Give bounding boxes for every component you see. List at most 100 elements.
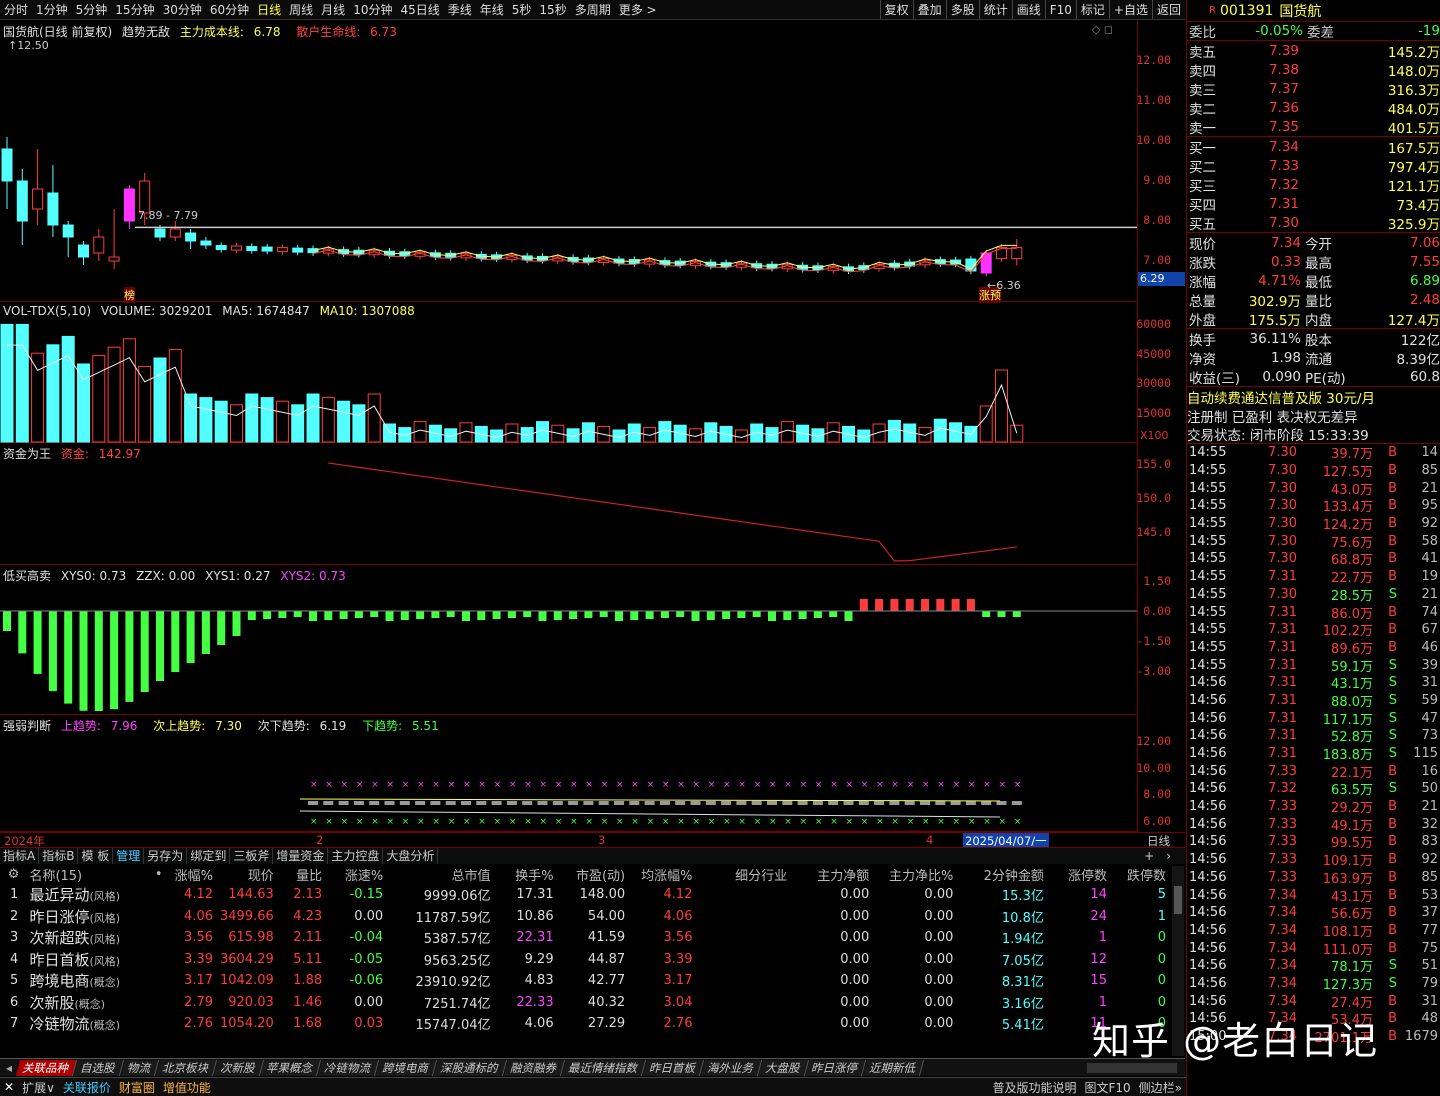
- plus-icon[interactable]: +: [1144, 849, 1154, 863]
- action-8[interactable]: 返回: [1151, 0, 1185, 19]
- column-header[interactable]: 市盈(动): [558, 864, 630, 884]
- sector-name[interactable]: 昨日涨停: [29, 908, 89, 926]
- bid-row[interactable]: 买四 7.31 73.4万: [1187, 194, 1440, 214]
- column-header[interactable]: 均涨幅%: [629, 864, 696, 884]
- table-row[interactable]: 5 跨境电商(概念) 3.17 1042.09 1.88 -0.06 23910.92亿 4.…: [0, 970, 1170, 992]
- status-right-0[interactable]: 普及版功能说明: [988, 1079, 1080, 1096]
- status-right-2[interactable]: 侧边栏»: [1135, 1079, 1186, 1096]
- period-14[interactable]: 15秒: [535, 0, 570, 19]
- settings-gear-icon[interactable]: ⚙: [0, 864, 23, 884]
- indicator-tab-8[interactable]: 主力控盘: [328, 848, 384, 864]
- table-row[interactable]: 1 最近异动(风格) 4.12 144.63 2.13 -0.15 9999.06亿 17.3…: [0, 884, 1170, 906]
- action-4[interactable]: 画线: [1011, 0, 1045, 19]
- sector-tab-14[interactable]: 昨日涨停: [804, 1059, 867, 1076]
- indicator-tab-1[interactable]: 指标B: [39, 848, 79, 864]
- period-8[interactable]: 月线: [317, 0, 349, 19]
- ask-row[interactable]: 卖四 7.38 148.0万: [1187, 60, 1440, 80]
- column-header[interactable]: 2分钟金额: [957, 864, 1047, 884]
- column-header[interactable]: 主力净比%: [873, 864, 957, 884]
- column-header[interactable]: 涨速%: [326, 864, 387, 884]
- column-header[interactable]: •: [139, 864, 166, 884]
- ad-row[interactable]: 自动续费通达信普及版 30元/月: [1187, 387, 1440, 407]
- sector-tab-11[interactable]: 昨日首板: [642, 1059, 704, 1076]
- period-3[interactable]: 15分钟: [111, 0, 158, 19]
- column-header[interactable]: 涨幅%: [167, 864, 218, 884]
- column-header[interactable]: 换手%: [494, 864, 557, 884]
- sector-tab-13[interactable]: 大盘股: [758, 1059, 809, 1076]
- action-0[interactable]: 复权: [879, 0, 913, 19]
- table-row[interactable]: 6 次新股(概念) 2.79 920.03 1.46 0.00 7251.74亿 22.33 4…: [0, 992, 1170, 1014]
- indicator-tab-9[interactable]: 大盘分析: [383, 848, 439, 864]
- sector-tab-1[interactable]: 自选股: [73, 1059, 124, 1076]
- action-6[interactable]: 标记: [1075, 0, 1109, 19]
- sector-tab-8[interactable]: 深股通标的: [433, 1059, 507, 1076]
- period-11[interactable]: 季线: [444, 0, 476, 19]
- period-16[interactable]: 更多 >: [615, 0, 661, 19]
- sector-tab-7[interactable]: 跨境电商: [375, 1059, 438, 1076]
- action-5[interactable]: F10: [1044, 0, 1076, 19]
- sector-name[interactable]: 跨境电商: [29, 972, 89, 990]
- status-left-3[interactable]: 增值功能: [159, 1079, 215, 1096]
- sector-tab-12[interactable]: 海外业务: [700, 1059, 762, 1076]
- bid-row[interactable]: 买三 7.32 121.1万: [1187, 175, 1440, 195]
- main-chart-pane[interactable]: 国货航(日线 前复权) 趋势无敌 主力成本线: 6.78 散户生命线: 6.73…: [0, 21, 1137, 303]
- action-2[interactable]: 多股: [945, 0, 979, 19]
- sector-tab-3[interactable]: 北京板块: [155, 1059, 217, 1076]
- sector-tab-10[interactable]: 最近情绪指数: [561, 1059, 646, 1076]
- indicator-tab-0[interactable]: 指标A: [0, 848, 40, 864]
- sector-name[interactable]: 冷链物流: [29, 1015, 89, 1033]
- table-row[interactable]: 4 昨日首板(风格) 3.39 3604.29 5.11 -0.05 9563.25亿 9.2…: [0, 949, 1170, 971]
- period-15[interactable]: 多周期: [571, 0, 615, 19]
- sector-tab-15[interactable]: 近期新低: [862, 1059, 925, 1076]
- nav-arrow-icon[interactable]: ◂: [0, 1061, 18, 1075]
- status-left-1[interactable]: 关联报价: [59, 1079, 115, 1096]
- sector-name[interactable]: 次新超跌: [29, 929, 89, 947]
- column-header[interactable]: 涨停数: [1048, 864, 1111, 884]
- column-header[interactable]: 主力净额: [791, 864, 873, 884]
- ask-row[interactable]: 卖二 7.36 484.0万: [1187, 98, 1440, 118]
- period-1[interactable]: 1分钟: [32, 0, 72, 19]
- lowbuy-pane[interactable]: 低买高卖 XYS0: 0.73 ZZX: 0.00 XYS1: 0.27 XYS…: [0, 565, 1137, 715]
- period-2[interactable]: 5分钟: [72, 0, 112, 19]
- column-header[interactable]: 细分行业: [696, 864, 791, 884]
- column-header[interactable]: 现价: [217, 864, 278, 884]
- action-3[interactable]: 统计: [978, 0, 1012, 19]
- status-right-1[interactable]: 图文F10: [1080, 1079, 1134, 1096]
- period-5[interactable]: 60分钟: [206, 0, 253, 19]
- chevron-right-icon[interactable]: ›: [1166, 849, 1171, 863]
- period-12[interactable]: 年线: [476, 0, 508, 19]
- table-row[interactable]: 2 昨日涨停(风格) 4.06 3499.66 4.23 0.00 11787.59亿 10.…: [0, 906, 1170, 928]
- column-header[interactable]: 量比: [278, 864, 326, 884]
- indicator-tab-7[interactable]: 增量资金: [273, 848, 329, 864]
- indicator-tab-6[interactable]: 三板斧: [230, 848, 274, 864]
- period-6[interactable]: 日线: [253, 0, 285, 19]
- indicator-tab-4[interactable]: 另存为: [144, 848, 188, 864]
- period-13[interactable]: 5秒: [508, 0, 536, 19]
- action-7[interactable]: +自选: [1108, 0, 1152, 19]
- indicator-tab-2[interactable]: 模 板: [78, 848, 114, 864]
- column-header[interactable]: 名称(15): [23, 864, 139, 884]
- period-10[interactable]: 45日线: [396, 0, 443, 19]
- sector-tab-2[interactable]: 物流: [120, 1059, 159, 1076]
- column-header[interactable]: 总市值: [387, 864, 494, 884]
- column-header[interactable]: 跌停数: [1111, 864, 1170, 884]
- fund-pane[interactable]: 资金为王 资金: 142.97: [0, 443, 1137, 565]
- volume-pane[interactable]: VOL-TDX(5,10) VOLUME: 3029201 MA5: 16748…: [0, 302, 1137, 443]
- sector-tab-0[interactable]: 关联品种: [15, 1059, 78, 1076]
- sector-tab-9[interactable]: 融资融券: [503, 1059, 565, 1076]
- sector-tab-5[interactable]: 苹果概念: [259, 1059, 322, 1076]
- strength-pane[interactable]: × × × × × × × × × × × × × × × × × × × × × × × × × × × × × × × × × × × × × × × ×…: [0, 715, 1137, 832]
- sector-name[interactable]: 最近异动: [29, 886, 89, 904]
- table-row[interactable]: 7 冷链物流(概念) 2.76 1054.20 1.68 0.03 15747.04亿 4.0…: [0, 1013, 1170, 1035]
- bid-row[interactable]: 买一 7.34 167.5万: [1187, 137, 1440, 157]
- bid-row[interactable]: 买二 7.33 797.4万: [1187, 156, 1440, 176]
- sector-name[interactable]: 昨日首板: [29, 951, 89, 969]
- status-left-2[interactable]: 财富圈: [115, 1079, 159, 1096]
- indicator-tab-5[interactable]: 绑定到: [187, 848, 231, 864]
- sector-tab-6[interactable]: 冷链物流: [317, 1059, 380, 1076]
- action-1[interactable]: 叠加: [912, 0, 946, 19]
- period-0[interactable]: 分时: [0, 0, 32, 19]
- bid-row[interactable]: 买五 7.30 325.9万: [1187, 213, 1440, 233]
- period-9[interactable]: 10分钟: [349, 0, 396, 19]
- period-7[interactable]: 周线: [285, 0, 317, 19]
